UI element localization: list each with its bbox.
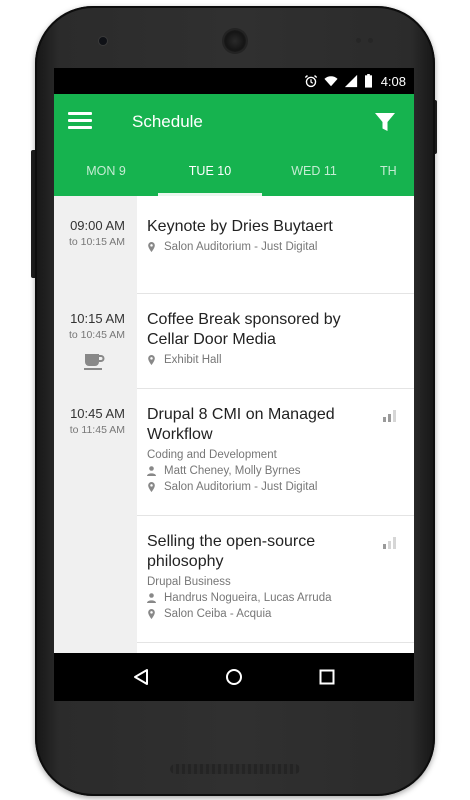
session-card[interactable]: Selling the open-source philosophy Drupa… <box>137 516 414 643</box>
schedule-list[interactable]: 09:00 AM to 10:15 AM Keynote by Dries Bu… <box>54 196 414 653</box>
session-card[interactable]: Drupal 8 CMI on Managed Workflow Coding … <box>137 389 414 516</box>
slot-time: 10:45 AM to 11:45 AM <box>54 406 137 436</box>
wifi-icon <box>324 76 338 87</box>
slot-end: to 10:45 AM <box>68 329 125 341</box>
screen: 4:08 Schedule MON 9 TUE 10 WED 11 TH 09:… <box>54 68 414 701</box>
time-slot: 10:45 AM to 11:45 AM Drupal 8 CMI on Man… <box>54 389 414 653</box>
day-tabs: MON 9 TUE 10 WED 11 TH <box>54 156 414 196</box>
time-slot: 10:15 AM to 10:45 AM Coffee Break sponso… <box>54 294 414 389</box>
filter-icon[interactable] <box>372 110 398 134</box>
page-title: Schedule <box>132 112 203 131</box>
slot-time: 10:15 AM to 10:45 AM <box>54 311 137 341</box>
session-speakers: Handrus Nogueira, Lucas Arruda <box>137 592 414 604</box>
session-track: Coding and Development <box>147 449 277 461</box>
coffee-cup-icon <box>84 354 105 370</box>
earpiece <box>224 30 246 52</box>
session-location: Exhibit Hall <box>137 354 414 366</box>
battery-icon <box>364 74 372 88</box>
location-pin-icon <box>148 355 155 365</box>
home-icon[interactable] <box>222 665 246 689</box>
session-location: Salon Auditorium - Just Digital <box>137 481 414 493</box>
slot-end: to 11:45 AM <box>69 424 125 436</box>
location-pin-icon <box>148 242 155 252</box>
recents-icon[interactable] <box>315 665 339 689</box>
session-title: Selling the open-source philosophy <box>147 533 316 570</box>
signal-bars-icon <box>383 410 396 422</box>
navigation-bar <box>54 653 414 701</box>
slot-start: 09:00 AM <box>70 218 125 233</box>
time-slot: 09:00 AM to 10:15 AM Keynote by Dries Bu… <box>54 196 414 294</box>
slot-start: 10:15 AM <box>70 311 125 326</box>
menu-icon[interactable] <box>68 112 92 132</box>
slot-time: 09:00 AM to 10:15 AM <box>54 218 137 248</box>
tab-thu[interactable]: TH <box>366 156 414 196</box>
light-sensor <box>368 38 373 43</box>
app-bar: Schedule MON 9 TUE 10 WED 11 TH <box>54 94 414 196</box>
status-time: 4:08 <box>380 73 406 89</box>
tab-mon[interactable]: MON 9 <box>54 156 158 196</box>
cell-signal-icon <box>344 74 357 88</box>
person-icon <box>147 466 156 476</box>
session-card[interactable]: Keynote by Dries Buytaert Salon Auditori… <box>137 196 414 294</box>
status-bar: 4:08 <box>54 68 414 94</box>
tab-tue[interactable]: TUE 10 <box>158 156 262 196</box>
session-card[interactable]: Coffee Break sponsored by Cellar Door Me… <box>137 294 414 389</box>
slot-end: to 10:15 AM <box>68 236 125 248</box>
back-icon[interactable] <box>129 665 153 689</box>
session-title: Drupal 8 CMI on Managed Workflow <box>147 406 335 443</box>
speaker-grille <box>170 764 300 774</box>
location-pin-icon <box>148 609 155 619</box>
front-camera <box>99 37 107 45</box>
alarm-icon <box>304 75 317 88</box>
slot-start: 10:45 AM <box>70 406 125 421</box>
signal-bars-icon <box>383 537 396 549</box>
tab-wed[interactable]: WED 11 <box>262 156 366 196</box>
session-location: Salon Ceiba - Acquia <box>137 608 414 620</box>
session-location: Salon Auditorium - Just Digital <box>137 241 414 253</box>
session-track: Drupal Business <box>147 576 231 588</box>
session-title: Coffee Break sponsored by Cellar Door Me… <box>147 311 341 348</box>
session-speakers: Matt Cheney, Molly Byrnes <box>137 465 414 477</box>
location-pin-icon <box>148 482 155 492</box>
person-icon <box>147 593 156 603</box>
session-title: Keynote by Dries Buytaert <box>147 218 333 235</box>
proximity-sensor <box>356 38 361 43</box>
